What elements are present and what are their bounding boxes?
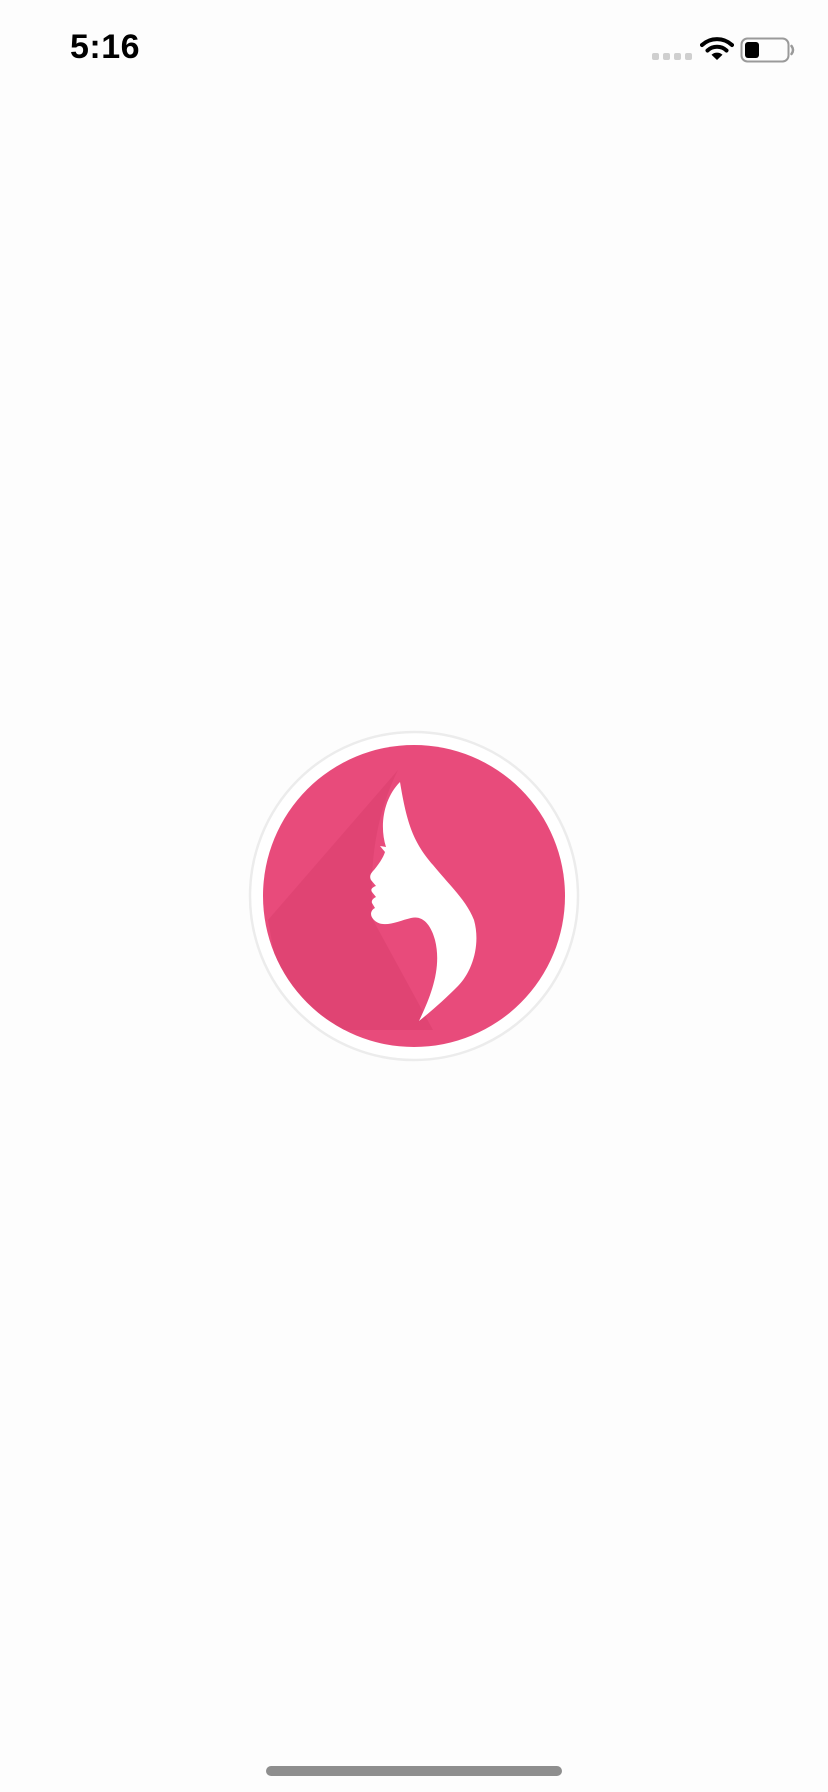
woman-profile-logo-icon (248, 730, 580, 1062)
wifi-icon (700, 37, 734, 60)
status-time: 5:16 (70, 28, 141, 66)
signal-bar (652, 53, 659, 60)
status-bar: 5:16 (0, 0, 828, 100)
signal-bar (685, 53, 692, 60)
signal-bar (663, 53, 670, 60)
home-indicator[interactable] (266, 1766, 562, 1776)
cellular-signal-icon (652, 53, 692, 60)
battery-icon (740, 37, 795, 63)
signal-bar (674, 53, 681, 60)
battery-fill (745, 42, 759, 58)
